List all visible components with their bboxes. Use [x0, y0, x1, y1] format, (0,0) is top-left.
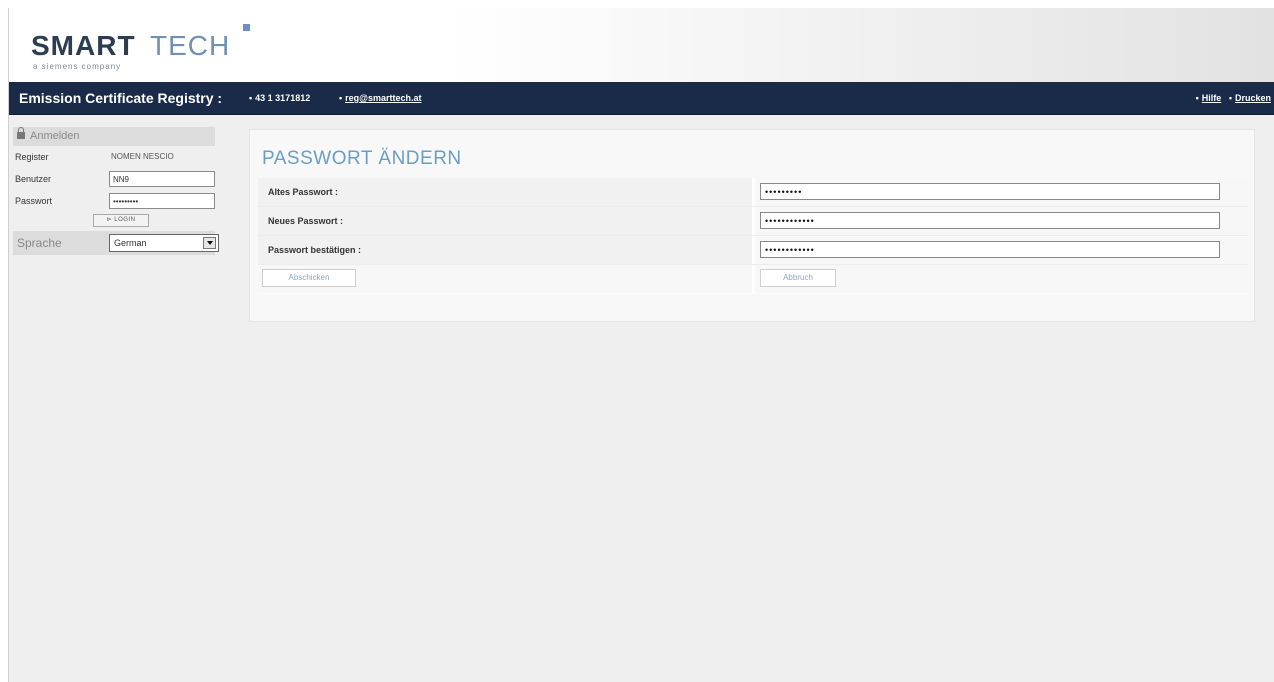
button-row: Abschicken Abbruch	[258, 265, 1248, 294]
old-password-value-cell	[756, 178, 1248, 206]
smarttech-logo[interactable]: SMART TECH a siemens company	[31, 16, 261, 76]
confirm-password-label-cell: Passwort bestätigen :	[258, 236, 754, 264]
language-select[interactable]: German	[109, 234, 219, 252]
cancel-button[interactable]: Abbruch	[760, 269, 836, 287]
old-password-label: Altes Passwort :	[268, 187, 339, 197]
new-password-label-cell: Neues Passwort :	[258, 207, 754, 235]
password-form: Altes Passwort : Neues Passwort : Passwo…	[258, 178, 1248, 294]
login-button-icon: ⊳	[106, 217, 113, 223]
submit-button[interactable]: Abschicken	[262, 269, 356, 287]
page-frame: SMART TECH a siemens company Emission Ce…	[8, 8, 1274, 682]
page-title: PASSWORT ÄNDERN	[262, 148, 462, 169]
password-row: Passwort	[13, 190, 215, 212]
email-text[interactable]: reg@smarttech.at	[345, 93, 421, 103]
header: SMART TECH a siemens company	[9, 8, 1274, 82]
login-button-label: LOGIN	[114, 217, 136, 223]
password-input[interactable]	[109, 193, 215, 209]
logo-subtitle: a siemens company	[33, 62, 122, 71]
login-button[interactable]: ⊳ LOGIN	[93, 214, 149, 227]
change-password-panel: PASSWORT ÄNDERN Altes Passwort : Neues P…	[249, 129, 1255, 322]
logo-smart-text: SMART	[31, 30, 136, 61]
logo-tech-text: TECH	[150, 30, 231, 61]
language-selected: German	[114, 238, 147, 248]
chevron-down-icon[interactable]	[203, 237, 216, 249]
phone-text: 43 1 3171812	[255, 93, 311, 103]
registry-title: Emission Certificate Registry :	[19, 90, 223, 106]
language-row: Sprache German	[13, 231, 219, 255]
confirm-password-row: Passwort bestätigen :	[258, 236, 1248, 265]
password-label: Passwort	[15, 196, 53, 206]
user-row: Benutzer	[13, 168, 215, 190]
submit-cell: Abschicken	[258, 265, 754, 293]
old-password-input[interactable]	[760, 183, 1220, 200]
new-password-label: Neues Passwort :	[268, 216, 344, 226]
new-password-row: Neues Passwort :	[258, 207, 1248, 236]
login-sidebar: Anmelden Register NOMEN NESCIO Benutzer …	[13, 127, 219, 255]
logo-square-icon	[243, 24, 250, 31]
nav-links: • Hilfe • Drucken	[1196, 93, 1271, 103]
new-password-input[interactable]	[760, 212, 1220, 229]
user-label: Benutzer	[15, 174, 52, 184]
lock-icon	[17, 127, 25, 139]
navigation-bar: Emission Certificate Registry : • 43 1 31…	[9, 82, 1274, 115]
bullet-icon: •	[1195, 93, 1199, 103]
confirm-password-value-cell	[756, 236, 1248, 264]
help-link[interactable]: Hilfe	[1202, 93, 1222, 103]
language-label: Sprache	[17, 236, 62, 250]
old-password-label-cell: Altes Passwort :	[258, 178, 754, 206]
login-button-row: ⊳ LOGIN	[13, 212, 215, 231]
bullet-icon: •	[249, 93, 253, 103]
print-link[interactable]: Drucken	[1235, 93, 1271, 103]
login-title: Anmelden	[30, 130, 80, 142]
bullet-icon: •	[339, 93, 343, 103]
email-link[interactable]: • reg@smarttech.at	[339, 93, 421, 103]
login-header: Anmelden	[13, 127, 215, 146]
bullet-icon: •	[1228, 93, 1232, 103]
confirm-password-label: Passwort bestätigen :	[268, 245, 362, 255]
register-value: NOMEN NESCIO	[111, 152, 174, 161]
cancel-cell: Abbruch	[756, 265, 1248, 293]
user-input[interactable]	[109, 171, 215, 187]
register-row: Register NOMEN NESCIO	[13, 146, 215, 168]
confirm-password-input[interactable]	[760, 241, 1220, 258]
phone-number: • 43 1 3171812	[249, 93, 310, 103]
old-password-row: Altes Passwort :	[258, 178, 1248, 207]
new-password-value-cell	[756, 207, 1248, 235]
register-label: Register	[15, 152, 49, 162]
